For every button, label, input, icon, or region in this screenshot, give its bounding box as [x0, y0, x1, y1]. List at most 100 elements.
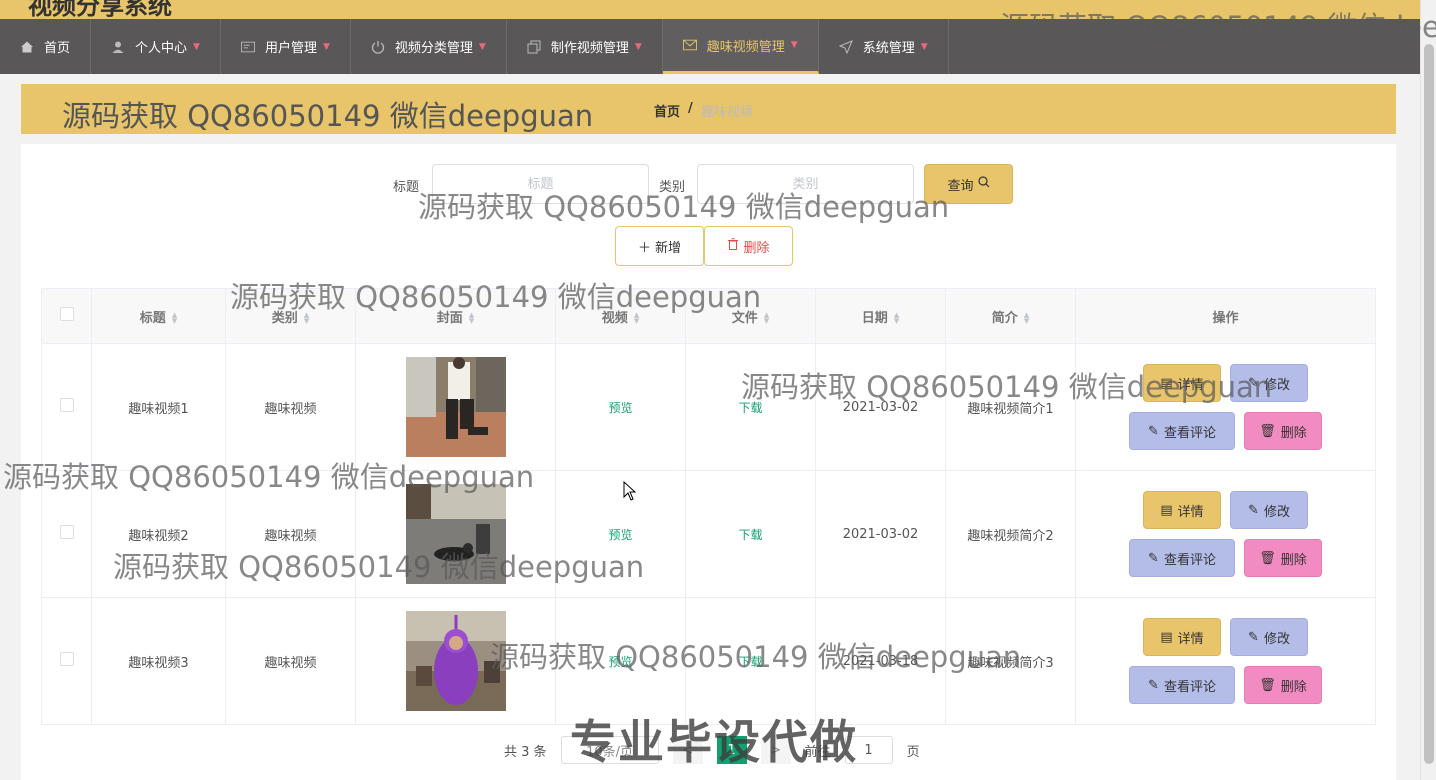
type-search-label: 类别 [659, 180, 686, 195]
chevron-down-icon: ▼ [322, 41, 330, 52]
row-checkbox[interactable] [59, 525, 74, 539]
nav-item-production-video[interactable]: 制作视频管理 ▼ [507, 19, 663, 74]
cell-cover [355, 470, 556, 598]
cell-operations: ▤ 详情 ✎ 修改 ✎ 查看评论 🗑 删除 [1075, 343, 1376, 471]
sort-icon[interactable]: ▲ ▼ [172, 312, 177, 325]
page-scrollbar[interactable] [1420, 0, 1436, 780]
edit-button[interactable]: ✎ 修改 [1230, 364, 1308, 402]
breadcrumb-separator: / [688, 101, 693, 116]
cell-intro: 趣味视频简介3 [945, 597, 1076, 725]
delete-button-label: 删除 [743, 240, 770, 256]
trash-icon: 🗑 [1259, 677, 1276, 693]
cell-cover [355, 343, 556, 471]
header-intro[interactable]: 简介 ▲ ▼ [945, 288, 1076, 344]
mail-icon [682, 38, 697, 52]
chevron-down-icon: ▼ [790, 40, 798, 50]
add-button-label: 新增 [655, 240, 682, 256]
home-icon [20, 40, 34, 54]
row-checkbox[interactable] [59, 652, 74, 666]
row-checkbox[interactable] [59, 398, 74, 412]
nav-item-label: 制作视频管理 [550, 41, 629, 56]
cover-thumbnail[interactable] [405, 357, 506, 457]
delete-button[interactable]: 🗑 删除 [1244, 539, 1322, 577]
breadcrumb-home[interactable]: 首页 [654, 101, 680, 120]
sort-icon[interactable]: ▲ ▼ [634, 312, 639, 325]
chevron-down-icon: ▼ [920, 41, 928, 52]
header-title[interactable]: 标题 ▲ ▼ [91, 288, 226, 344]
delete-button[interactable]: 🗑 删除 [1244, 666, 1322, 704]
nav-item-personal-center[interactable]: 个人中心 ▼ [91, 19, 221, 74]
view-comments-button[interactable]: ✎ 查看评论 [1129, 666, 1235, 704]
cell-type: 趣味视频 [225, 597, 356, 725]
id-card-icon [240, 40, 255, 54]
sort-icon[interactable]: ▲ ▼ [1024, 312, 1029, 325]
query-button[interactable]: 查询 [924, 164, 1013, 204]
sort-icon[interactable]: ▲ ▼ [304, 312, 309, 325]
page-title: 源码获取 QQ86050149 微信deepguan [62, 99, 594, 133]
nav-item-label: 趣味视频管理 [706, 39, 785, 55]
header-video[interactable]: 视频 ▲ ▼ [555, 288, 686, 344]
title-search-input[interactable] [432, 164, 649, 204]
file-download-link[interactable]: 下载 [738, 655, 762, 669]
fun-video-table: 标题 ▲ ▼ 类别 ▲ ▼ 封面 ▲ ▼ 视频 ▲ ▼ 文件 ▲ ▼ 日期 ▲ ▼ 简介 ▲ ▼ 操作 趣味… [41, 288, 1376, 725]
cell-title: 趣味视频3 [91, 597, 226, 725]
copy-icon [527, 40, 541, 54]
header-file[interactable]: 文件 ▲ ▼ [685, 288, 816, 344]
cell-video: 预览 [555, 343, 686, 471]
trash-icon [727, 238, 739, 254]
nav-item-label: 个人中心 [135, 41, 188, 56]
batch-delete-button[interactable]: 删除 [704, 226, 793, 266]
document-icon: ▤ [1160, 502, 1173, 518]
view-comments-button[interactable]: ✎ 查看评论 [1129, 539, 1235, 577]
sort-icon[interactable]: ▲ ▼ [894, 312, 899, 325]
table-row: 趣味视频2 趣味视频 预览 下载 2021-03-02 趣味视频简介2 ▤ 详情… [41, 470, 1376, 598]
cell-video: 预览 [555, 470, 686, 598]
main-nav: 首页 个人中心 ▼ 用户管理 ▼ 视频分类管理 ▼ 制作视频管理 ▼ 趣味视频管… [0, 19, 1420, 74]
nav-item-video-category[interactable]: 视频分类管理 ▼ [351, 19, 507, 74]
file-download-link[interactable]: 下载 [738, 528, 762, 542]
nav-item-user-management[interactable]: 用户管理 ▼ [221, 19, 351, 74]
nav-item-home[interactable]: 首页 [0, 19, 92, 74]
detail-button[interactable]: ▤ 详情 [1143, 491, 1221, 529]
nav-item-fun-video[interactable]: 趣味视频管理 ▼ [662, 19, 819, 74]
detail-button[interactable]: ▤ 详情 [1143, 364, 1221, 402]
edit-button[interactable]: ✎ 修改 [1230, 491, 1308, 529]
nav-item-label: 系统管理 [862, 41, 915, 56]
user-icon [111, 40, 125, 54]
header-type[interactable]: 类别 ▲ ▼ [225, 288, 356, 344]
edit-icon: ✎ [1248, 502, 1259, 518]
cover-thumbnail[interactable] [405, 611, 506, 711]
edit-icon: ✎ [1148, 423, 1159, 439]
type-search-input[interactable] [697, 164, 914, 204]
nav-item-label: 首页 [44, 41, 71, 56]
cell-intro: 趣味视频简介2 [945, 470, 1076, 598]
chevron-down-icon: ▼ [193, 41, 200, 52]
view-comments-button[interactable]: ✎ 查看评论 [1129, 412, 1235, 450]
header-date[interactable]: 日期 ▲ ▼ [815, 288, 946, 344]
table-row: 趣味视频1 趣味视频 预览 下载 2021-03-02 趣味视频简介1 ▤ 详情… [41, 343, 1376, 471]
video-preview-link[interactable]: 预览 [608, 655, 632, 669]
header-cover[interactable]: 封面 ▲ ▼ [355, 288, 556, 344]
video-preview-link[interactable]: 预览 [608, 528, 632, 542]
cell-date: 2021-03-02 [815, 470, 946, 598]
send-icon [838, 39, 853, 54]
scrollbar-thumb[interactable] [1424, 44, 1434, 764]
nav-item-label: 视频分类管理 [394, 41, 473, 56]
nav-item-system-management[interactable]: 系统管理 ▼ [819, 19, 949, 74]
cell-date: 2021-03-02 [815, 343, 946, 471]
cover-thumbnail[interactable] [405, 484, 506, 584]
select-all-checkbox[interactable] [59, 307, 74, 321]
edit-button[interactable]: ✎ 修改 [1230, 618, 1308, 656]
sort-icon[interactable]: ▲ ▼ [764, 312, 769, 325]
file-download-link[interactable]: 下载 [738, 401, 762, 415]
sort-icon[interactable]: ▲ ▼ [469, 312, 474, 325]
chevron-down-icon: ▼ [478, 41, 486, 52]
detail-button[interactable]: ▤ 详情 [1143, 618, 1221, 656]
pagination-total: 共 3 条 [504, 744, 547, 760]
page-unit-label: 页 [906, 744, 920, 760]
video-preview-link[interactable]: 预览 [608, 401, 632, 415]
add-button[interactable]: ＋ 新增 [615, 226, 704, 266]
cell-type: 趣味视频 [225, 343, 356, 471]
cell-file: 下载 [685, 470, 816, 598]
delete-button[interactable]: 🗑 删除 [1244, 412, 1322, 450]
